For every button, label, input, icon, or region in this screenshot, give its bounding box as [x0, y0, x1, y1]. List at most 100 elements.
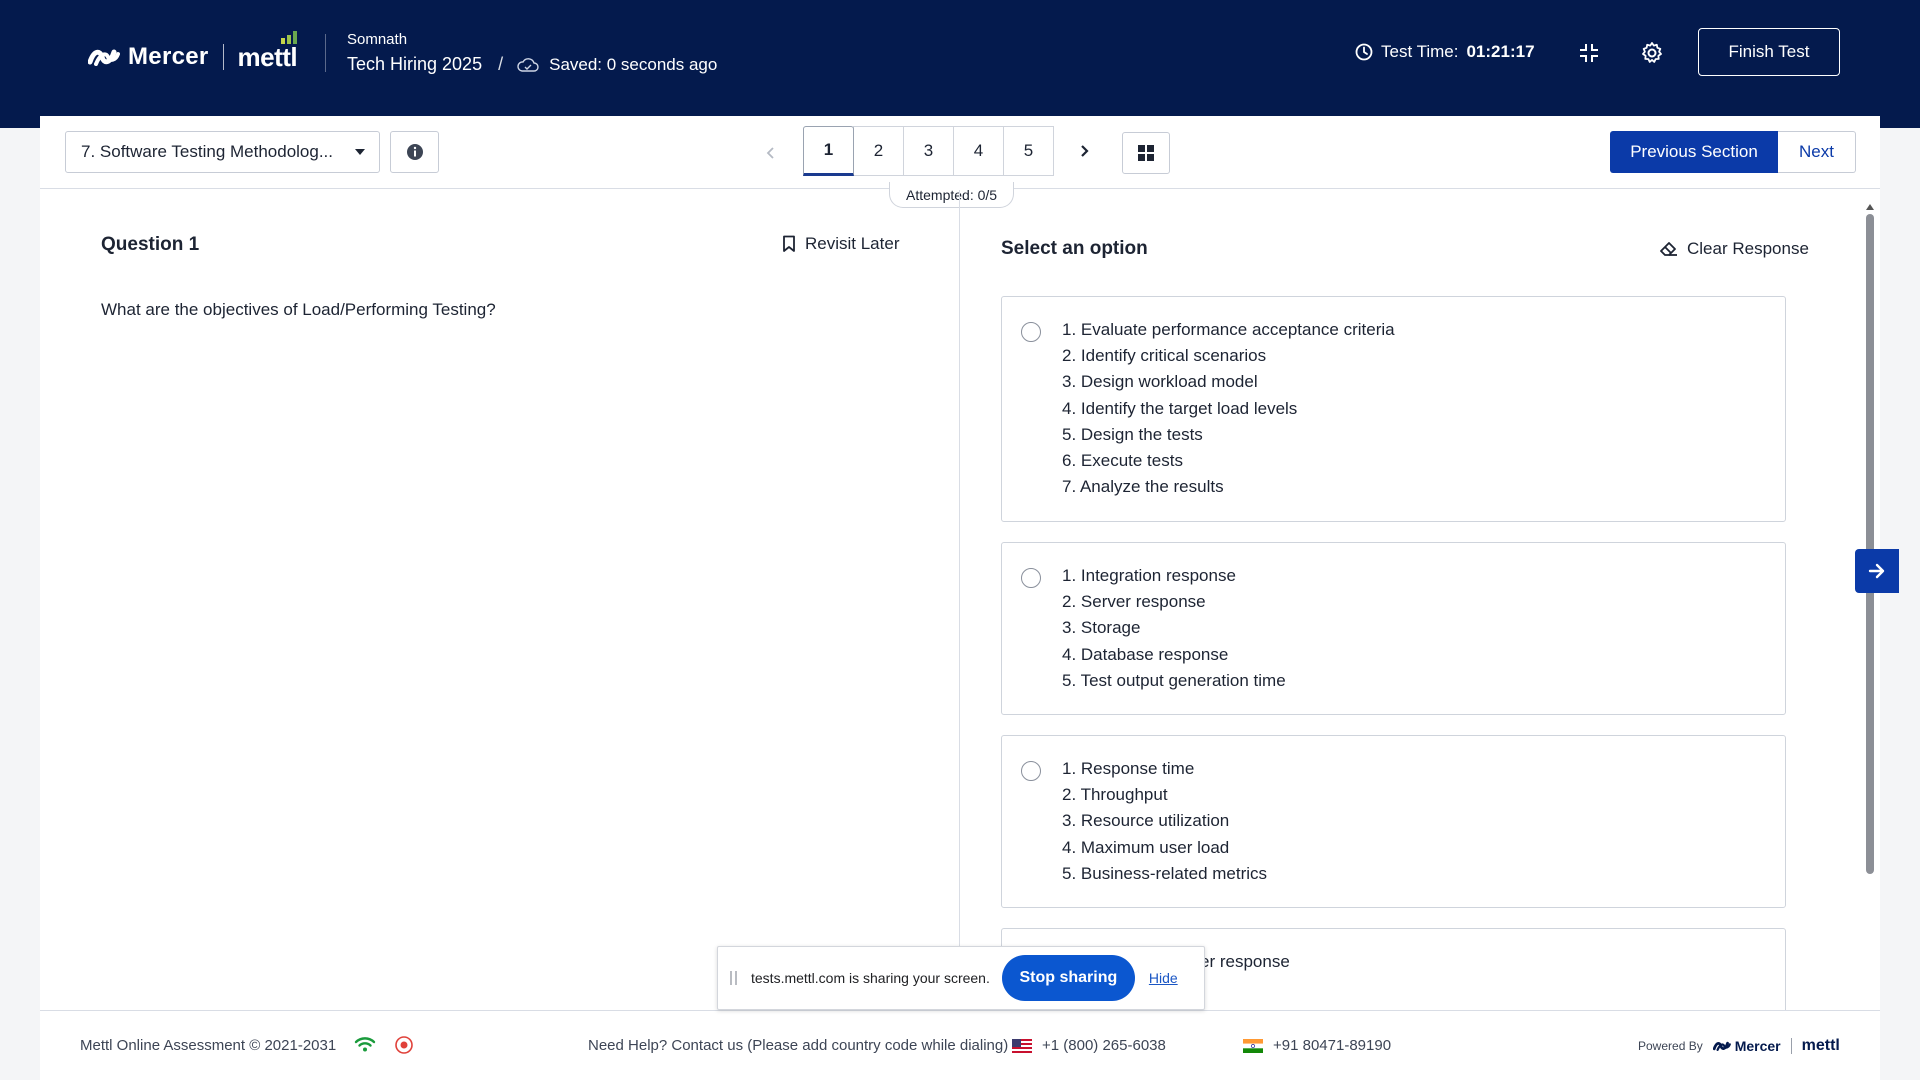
test-timer: Test Time: 01:21:17 — [1355, 42, 1535, 62]
previous-section-button[interactable]: Previous Section — [1610, 131, 1778, 173]
option-line: 2. Identify critical scenarios — [1062, 346, 1267, 366]
test-name: Tech Hiring 2025 — [347, 54, 483, 74]
option-line: 5. Business-related metrics — [1062, 863, 1268, 883]
stop-sharing-button[interactable]: Stop sharing — [1001, 955, 1135, 1001]
title-separator: / — [498, 54, 504, 74]
next-panel-arrow-button[interactable] — [1855, 549, 1899, 593]
chevron-left-icon — [766, 147, 774, 159]
previous-question-arrow[interactable] — [760, 140, 780, 166]
info-icon — [406, 144, 423, 160]
option-line: 1. Integration response — [1062, 566, 1236, 585]
question-tab-5[interactable]: 5 — [1003, 126, 1054, 176]
option-radio[interactable] — [1021, 568, 1041, 588]
options-pane: Select an option Clear Response 1. Evalu… — [961, 190, 1880, 1010]
test-card: 7. Software Testing Methodolog... 1 2 3 … — [40, 116, 1880, 1080]
header-divider — [325, 34, 326, 72]
option-line: 1. Response time — [1062, 759, 1195, 778]
powered-by: Powered By Mercer mettl — [1638, 1037, 1840, 1054]
option-line: 1. Evaluate performance acceptance crite… — [1062, 320, 1395, 339]
question-number-tabs: 1 2 3 4 5 — [803, 126, 1054, 176]
question-title: Question 1 — [101, 234, 200, 255]
option-line: 7. Analyze the results — [1062, 477, 1224, 497]
option-1-list: 1. Evaluate performance acceptance crite… — [1062, 317, 1395, 500]
wifi-icon — [354, 1035, 376, 1058]
scroll-up-arrow[interactable] — [1866, 204, 1874, 210]
hide-share-bar-link[interactable]: Hide — [1149, 970, 1178, 986]
page-footer: Mettl Online Assessment © 2021-2031 Need… — [40, 1010, 1880, 1080]
bookmark-icon — [783, 235, 795, 252]
option-line: 5. Design the tests — [1062, 424, 1203, 444]
arrow-right-icon — [1868, 563, 1885, 579]
india-phone[interactable]: +91 80471-89190 — [1243, 1037, 1391, 1054]
mettl-bars-icon — [281, 30, 298, 44]
option-2[interactable]: 1. Integration response 2. Server respon… — [1001, 542, 1786, 715]
option-line: 2. Throughput — [1062, 785, 1168, 805]
us-flag-icon — [1012, 1038, 1032, 1053]
option-line: 3. Resource utilization — [1062, 811, 1230, 831]
option-3-list: 1. Response time 2. Throughput 3. Resour… — [1062, 756, 1267, 887]
brand-divider — [222, 44, 224, 70]
option-line: 3. Design workload model — [1062, 372, 1258, 392]
option-line: 4. Maximum user load — [1062, 837, 1230, 857]
footer-copyright: Mettl Online Assessment © 2021-2031 — [80, 1037, 337, 1054]
question-grid-button[interactable] — [1122, 132, 1170, 174]
powered-mettl-logo: mettl — [1801, 1037, 1840, 1054]
finish-test-button[interactable]: Finish Test — [1698, 28, 1840, 76]
cloud-icon — [517, 57, 539, 72]
option-line: er response — [1200, 952, 1290, 971]
option-line: 2. Server response — [1062, 592, 1206, 612]
question-text: What are the objectives of Load/Performi… — [101, 300, 496, 319]
section-dropdown-value: 7. Software Testing Methodolog... — [81, 142, 334, 161]
chevron-right-icon — [1081, 145, 1089, 157]
option-3[interactable]: 1. Response time 2. Throughput 3. Resour… — [1001, 735, 1786, 908]
screen-share-bar: tests.mettl.com is sharing your screen. … — [717, 946, 1205, 1010]
option-1[interactable]: 1. Evaluate performance acceptance crite… — [1001, 296, 1786, 522]
drag-handle-icon[interactable] — [730, 971, 737, 985]
mettl-logo: mettl — [238, 30, 298, 73]
next-button[interactable]: Next — [1778, 131, 1856, 173]
question-tab-4[interactable]: 4 — [953, 126, 1004, 176]
brand-logo: Mercer mettl — [88, 30, 298, 73]
question-toolbar: 7. Software Testing Methodolog... 1 2 3 … — [40, 116, 1880, 189]
option-line: 4. Database response — [1062, 644, 1229, 664]
question-tab-2[interactable]: 2 — [853, 126, 904, 176]
option-line: 4. Identify the target load levels — [1062, 398, 1298, 418]
minimize-icon[interactable] — [1576, 40, 1602, 66]
mercer-mark-icon — [1712, 1041, 1731, 1051]
clock-icon — [1355, 43, 1373, 61]
powered-mercer-logo: Mercer — [1712, 1038, 1781, 1054]
timer-value: 01:21:17 — [1466, 42, 1535, 61]
us-phone[interactable]: +1 (800) 265-6038 — [1012, 1037, 1166, 1054]
powered-divider — [1790, 1038, 1792, 1054]
grid-icon — [1138, 145, 1154, 161]
clear-response-button[interactable]: Clear Response — [1659, 239, 1809, 259]
next-question-arrow[interactable] — [1075, 138, 1095, 164]
question-tab-1[interactable]: 1 — [803, 126, 854, 176]
mercer-logo: Mercer — [88, 43, 209, 71]
section-info-button[interactable] — [390, 131, 439, 173]
share-message: tests.mettl.com is sharing your screen. — [751, 970, 990, 986]
question-pane: Question 1 Revisit Later What are the ob… — [40, 190, 960, 1010]
question-tab-3[interactable]: 3 — [903, 126, 954, 176]
revisit-later-button[interactable]: Revisit Later — [782, 234, 899, 254]
test-title: Tech Hiring 2025 / Saved: 0 seconds ago — [347, 54, 717, 75]
option-4-list: er response — [1200, 949, 1290, 975]
saved-status: Saved: 0 seconds ago — [517, 55, 717, 75]
scrollbar-thumb[interactable] — [1866, 214, 1874, 874]
option-radio[interactable] — [1021, 761, 1041, 781]
top-header: Mercer mettl Somnath Tech Hiring 2025 / … — [0, 0, 1920, 128]
option-2-list: 1. Integration response 2. Server respon… — [1062, 563, 1286, 694]
option-line: 6. Execute tests — [1062, 451, 1183, 471]
footer-help-text: Need Help? Contact us (Please add countr… — [588, 1037, 1009, 1054]
india-flag-icon — [1243, 1038, 1263, 1053]
gear-icon[interactable] — [1639, 40, 1665, 66]
chevron-down-icon — [355, 149, 365, 155]
candidate-name: Somnath — [347, 31, 408, 48]
mercer-mark-icon — [88, 49, 120, 66]
options-title: Select an option — [1001, 238, 1148, 259]
option-line: 5. Test output generation time — [1062, 670, 1286, 690]
section-dropdown[interactable]: 7. Software Testing Methodolog... — [65, 131, 380, 173]
option-radio[interactable] — [1021, 322, 1041, 342]
eraser-icon — [1660, 242, 1677, 256]
option-line: 3. Storage — [1062, 618, 1141, 638]
